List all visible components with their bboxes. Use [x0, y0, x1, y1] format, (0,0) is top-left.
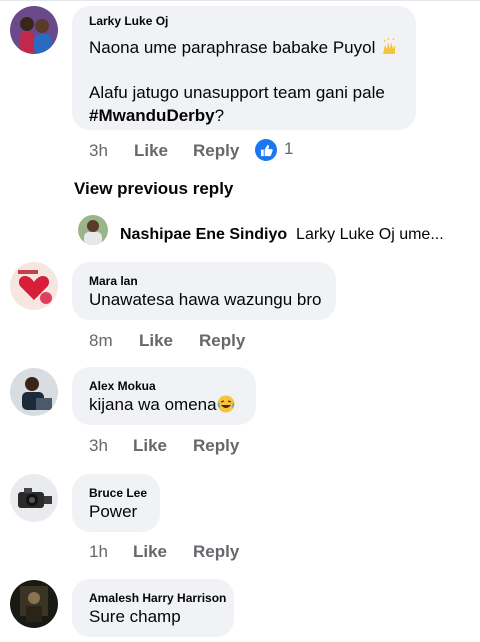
comment-timestamp: 3h — [89, 436, 108, 455]
reply-button[interactable]: Reply — [193, 141, 239, 161]
top-divider — [0, 0, 480, 1]
comment-text: kijana wa omena — [89, 393, 235, 416]
view-previous-reply-link[interactable]: View previous reply — [74, 179, 233, 199]
reply-button[interactable]: Reply — [193, 436, 239, 456]
comment-timestamp: 8m — [89, 331, 113, 350]
avatar-bruce-lee[interactable] — [10, 474, 58, 522]
avatar-amalesh-harry-harrison[interactable] — [10, 580, 58, 628]
comment-bubble-mara[interactable]: Mara lan Unawatesa hawa wazungu bro — [72, 262, 336, 320]
comment-text-line-1: Naona ume paraphrase babake Puyol — [89, 36, 398, 59]
like-button[interactable]: Like — [134, 141, 168, 161]
comment-text: Sure champ — [89, 607, 181, 626]
like-button[interactable]: Like — [133, 436, 167, 456]
raised-hands-emoji — [380, 37, 398, 56]
comment-text: Power — [89, 502, 138, 521]
hashtag-link[interactable]: #MwanduDerby — [89, 106, 215, 125]
comment-author[interactable]: Larky Luke Oj — [89, 14, 168, 28]
comment-bubble-alex[interactable]: Alex Mokua kijana wa omena — [72, 367, 256, 425]
laughing-emoji — [217, 395, 235, 413]
avatar-larky-luke-oj[interactable] — [10, 6, 58, 54]
comment-author[interactable]: Alex Mokua — [89, 379, 156, 393]
reply-preview-author[interactable]: Nashipae Ene Sindiyo — [120, 226, 287, 243]
comment-bubble-larky[interactable]: Larky Luke Oj Naona ume paraphrase babak… — [72, 6, 416, 130]
comment-author[interactable]: Amalesh Harry Harrison — [89, 591, 226, 605]
avatar-mara-lan[interactable] — [10, 262, 58, 310]
comment-text-line-2: Alafu jatugo unasupport team gani pale — [89, 83, 385, 102]
comment-bubble-bruce[interactable]: Bruce Lee Power — [72, 474, 160, 532]
like-button[interactable]: Like — [139, 331, 173, 351]
comment-author[interactable]: Mara lan — [89, 274, 138, 288]
comment-timestamp: 3h — [89, 141, 108, 160]
avatar-alex-mokua[interactable] — [10, 368, 58, 416]
reply-button[interactable]: Reply — [199, 331, 245, 351]
comment-author[interactable]: Bruce Lee — [89, 486, 147, 500]
comment-text-line-3: #MwanduDerby? — [89, 106, 225, 125]
reply-preview-snippet: Larky Luke Oj ume... — [296, 226, 444, 243]
comment-text: Unawatesa hawa wazungu bro — [89, 290, 322, 309]
reply-button[interactable]: Reply — [193, 542, 239, 562]
like-button[interactable]: Like — [133, 542, 167, 562]
reaction-count[interactable]: 1 — [284, 139, 293, 159]
reply-preview[interactable]: Nashipae Ene Sindiyo Larky Luke Oj ume..… — [120, 226, 444, 244]
like-reaction-icon[interactable] — [255, 139, 277, 161]
comment-bubble-amalesh[interactable]: Amalesh Harry Harrison Sure champ — [72, 579, 234, 637]
avatar-nashipae-ene-sindiyo[interactable] — [78, 215, 108, 245]
comment-timestamp: 1h — [89, 542, 108, 561]
